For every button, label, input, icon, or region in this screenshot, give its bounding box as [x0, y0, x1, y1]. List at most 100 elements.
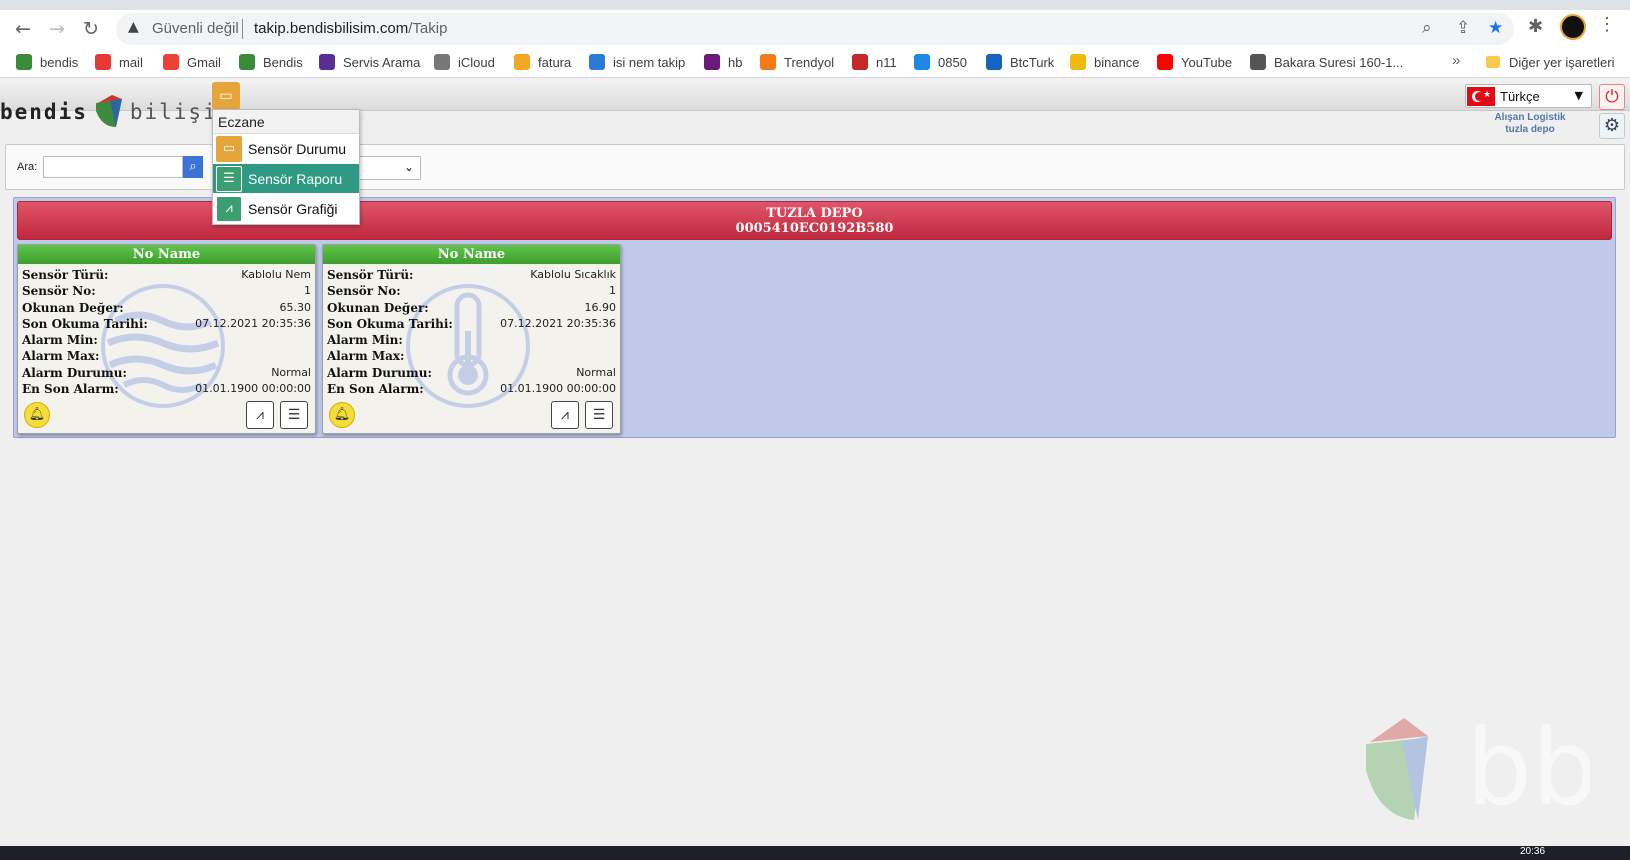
sensor-row: En Son Alarm: 01.01.1900 00:00:00 [327, 381, 616, 397]
browser-tab-strip [0, 0, 1630, 10]
bookmark-item[interactable]: Trendyol [760, 52, 834, 72]
bookmark-favicon-icon [914, 54, 930, 70]
chart-button[interactable]: ⩘ [551, 401, 579, 429]
sensor-card: No Name Sensör Türü: Kablolu Nem Sensör N… [17, 244, 316, 434]
filter-select[interactable]: ⌄ [358, 156, 421, 180]
bookmark-label: Trendyol [784, 54, 835, 70]
sensor-card: No Name Sensör Türü: Kablolu Sıcaklık Sen… [322, 244, 621, 434]
row-key: Sensör No: [22, 284, 96, 299]
sensor-row: En Son Alarm: 01.01.1900 00:00:00 [22, 381, 311, 397]
alarm-settings-button[interactable]: 🔔︎ [329, 402, 355, 428]
bookmark-favicon-icon [319, 54, 335, 70]
menu-trigger-button[interactable]: ▭ [212, 82, 240, 110]
report-button[interactable]: ☰ [585, 401, 613, 429]
sensor-card-title: No Name [323, 245, 620, 264]
other-bookmarks-label: Diğer yer işaretleri [1509, 54, 1615, 70]
sensor-row: Alarm Durumu: Normal [327, 365, 616, 381]
settings-button[interactable]: ⚙ [1599, 113, 1625, 139]
extensions-icon[interactable]: ✱ [1528, 16, 1543, 37]
bookmark-item[interactable]: isi nem takip [589, 52, 685, 72]
account-info[interactable]: Alışan Logistik tuzla depo [1470, 112, 1590, 136]
row-value: Normal [271, 365, 311, 379]
menu-item-sensor-report[interactable]: ☰ Sensör Raporu [213, 164, 359, 193]
logout-button[interactable]: ⏻ [1599, 84, 1625, 110]
browser-menu-icon[interactable]: ⋮ [1598, 14, 1616, 35]
bookmark-item[interactable]: Gmail [163, 52, 221, 72]
bookmark-label: hb [728, 54, 743, 70]
forward-icon[interactable]: → [44, 16, 70, 42]
zoom-icon[interactable]: ⌕ [1422, 18, 1432, 38]
language-select[interactable]: ★ Türkçe ▼ [1465, 84, 1592, 108]
bookmark-item[interactable]: bendis [16, 52, 78, 72]
row-key: Alarm Min: [22, 333, 98, 348]
share-icon[interactable]: ⇪ [1456, 18, 1470, 38]
sensor-row: Okunan Değer: 16.90 [327, 300, 616, 316]
sensor-row: Sensör No: 1 [327, 283, 616, 299]
dropdown-arrow-icon: ▼ [1574, 89, 1583, 102]
chevron-down-icon: ⌄ [403, 160, 414, 174]
bookmark-item[interactable]: Bendis [239, 52, 303, 72]
row-value: 65.30 [279, 300, 312, 314]
logo-text-bendis: bendis [0, 100, 88, 124]
bookmark-label: binance [1094, 54, 1140, 70]
sensor-row: Sensör Türü: Kablolu Nem [22, 267, 311, 283]
sensor-row: Alarm Durumu: Normal [22, 365, 311, 381]
menu-item-sensor-chart[interactable]: ⩘ Sensör Grafiği [213, 194, 359, 223]
more-bookmarks-icon[interactable]: » [1452, 52, 1460, 69]
search-label: Ara: [17, 161, 38, 173]
other-bookmarks-folder[interactable]: Diğer yer işaretleri [1486, 52, 1614, 72]
row-key: Okunan Değer: [327, 300, 429, 315]
menu-item-label: Sensör Grafiği [248, 200, 338, 217]
bookmark-item[interactable]: iCloud [434, 52, 495, 72]
bookmark-star-icon[interactable]: ★ [1488, 18, 1503, 38]
bookmark-label: mail [119, 54, 143, 70]
row-key: Sensör Türü: [22, 268, 109, 282]
bookmark-label: isi nem takip [613, 54, 686, 70]
bookmark-favicon-icon [1250, 54, 1266, 70]
row-key: Alarm Max: [327, 349, 405, 364]
account-name: Alışan Logistik [1494, 112, 1566, 123]
bookmark-item[interactable]: BtcTurk [986, 52, 1054, 72]
alarm-settings-button[interactable]: 🔔︎ [24, 402, 50, 428]
row-key: Son Okuma Tarihi: [22, 316, 148, 331]
bookmark-item[interactable]: YouTube [1157, 52, 1232, 72]
bookmark-label: YouTube [1181, 54, 1233, 70]
bookmark-item[interactable]: fatura [514, 52, 571, 72]
bookmark-item[interactable]: Bakara Suresi 160-1... [1250, 52, 1403, 72]
address-bar[interactable]: ▲ Güvenli değil takip.bendisbilisim.com/… [116, 13, 1514, 45]
back-icon[interactable]: ← [10, 16, 36, 42]
url-text: takip.bendisbilisim.com/Takip [254, 20, 447, 37]
bookmark-item[interactable]: binance [1070, 52, 1140, 72]
report-button[interactable]: ☰ [280, 401, 308, 429]
url-domain: takip.bendisbilisim.com [254, 20, 409, 37]
monitor-icon: ▭ [216, 135, 242, 162]
bookmark-favicon-icon [1070, 54, 1086, 70]
bookmark-item[interactable]: hb [704, 52, 742, 72]
menu-item-sensor-status[interactable]: ▭ Sensör Durumu [213, 134, 359, 163]
row-key: Alarm Max: [22, 349, 100, 364]
bookmark-favicon-icon [852, 54, 868, 70]
menu-header: Eczane [213, 110, 359, 134]
sensor-card-title: No Name [18, 245, 315, 264]
sensor-row: Son Okuma Tarihi: 07.12.2021 20:35:36 [327, 316, 616, 332]
profile-avatar[interactable] [1560, 14, 1586, 40]
chart-button[interactable]: ⩘ [246, 401, 274, 429]
bookmark-item[interactable]: mail [95, 52, 143, 72]
row-value: 1 [609, 284, 616, 298]
bookmark-item[interactable]: Servis Arama [319, 52, 420, 72]
bookmark-label: n11 [876, 54, 897, 70]
svg-text:bb: bb [1466, 712, 1590, 824]
alarm-bell-icon: 🔔︎ [28, 407, 46, 422]
search-button[interactable]: ⌕ [183, 156, 203, 178]
row-key: Alarm Durumu: [22, 365, 127, 380]
bookmark-favicon-icon [16, 54, 32, 70]
bookmark-item[interactable]: 0850 [914, 52, 967, 72]
bookmark-label: Bakara Suresi 160-1... [1274, 54, 1404, 70]
bookmark-favicon-icon [434, 54, 450, 70]
search-input[interactable] [43, 156, 183, 178]
bendis-logo: bendis bilişim [0, 92, 232, 132]
chart-icon: ⩘ [561, 407, 569, 423]
reload-icon[interactable]: ↻ [78, 16, 104, 42]
bookmark-item[interactable]: n11 [852, 52, 897, 72]
search-icon: ⌕ [189, 159, 197, 174]
